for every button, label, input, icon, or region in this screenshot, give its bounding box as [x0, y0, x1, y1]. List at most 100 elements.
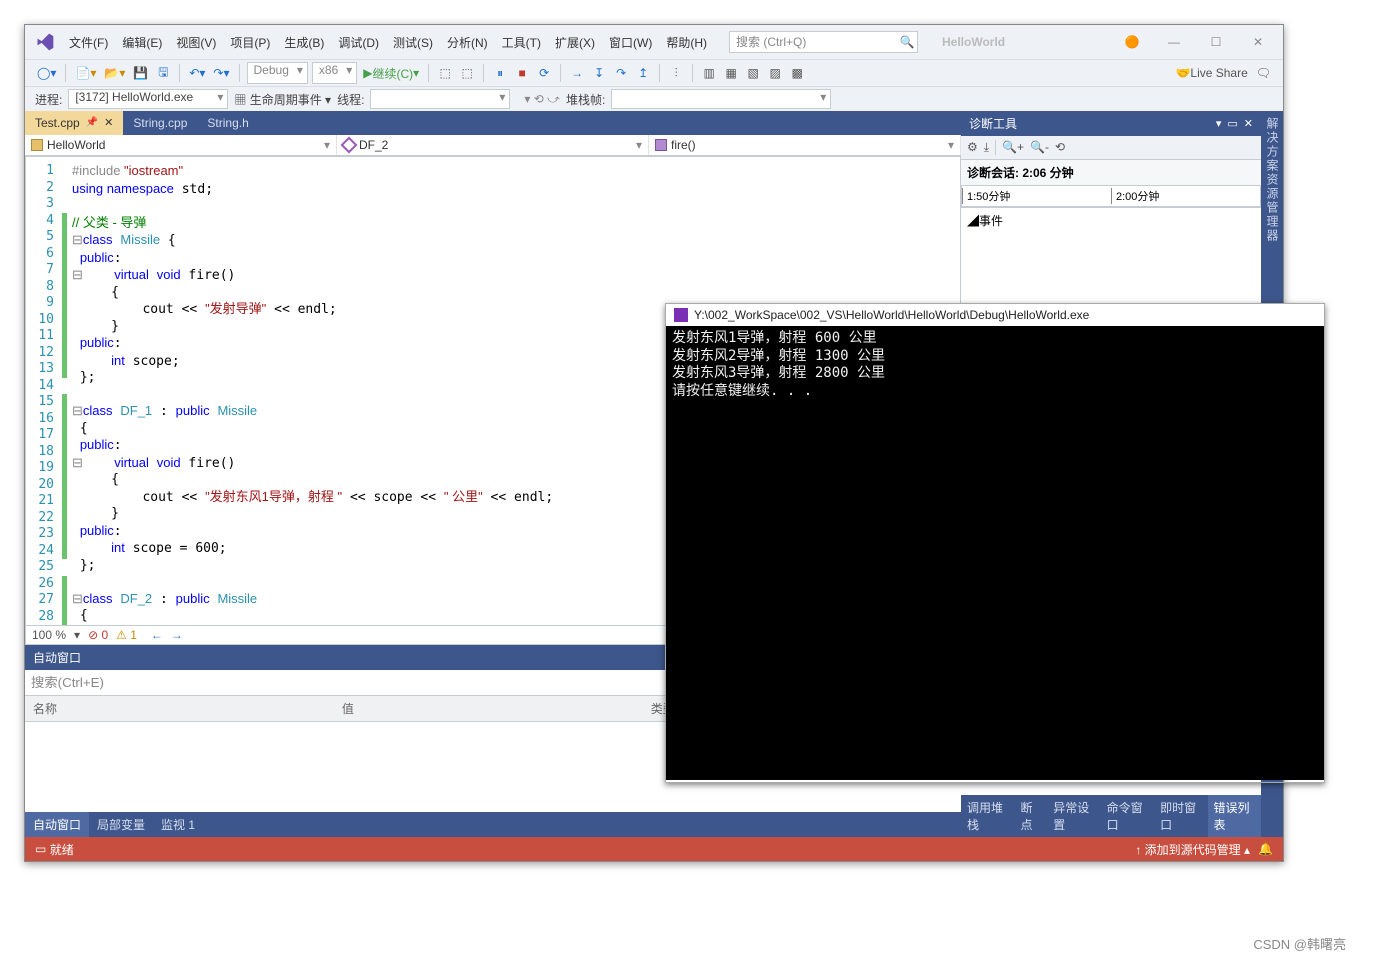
col-value[interactable]: 值: [334, 696, 643, 721]
analyze-menu[interactable]: 分析(N): [447, 34, 488, 51]
error-count[interactable]: ⊘ 0: [88, 628, 108, 642]
extra-button-1[interactable]: ⬚: [436, 62, 454, 84]
minimize-button[interactable]: —: [1159, 35, 1189, 49]
thread-dropdown[interactable]: [370, 89, 510, 109]
zoom-reset-icon[interactable]: ⟲: [1055, 140, 1065, 155]
diag-events-row[interactable]: ◢事件: [961, 207, 1261, 233]
lifecycle-label: ▦ 生命周期事件 ▾: [234, 91, 331, 108]
extra-button-2[interactable]: ⬚: [458, 62, 476, 84]
layout-button-5[interactable]: ▩: [788, 62, 806, 84]
console-titlebar[interactable]: Y:\002_WorkSpace\002_VS\HelloWorld\Hello…: [666, 304, 1324, 326]
zoom-level[interactable]: 100 %: [32, 628, 66, 642]
console-output[interactable]: 发射东风1导弹，射程 600 公里 发射东风2导弹，射程 1300 公里 发射东…: [666, 326, 1324, 780]
status-window-icon: ▭: [35, 842, 46, 856]
diag-session-label: 诊断会话: 2:06 分钟: [961, 160, 1261, 185]
nav-scope[interactable]: HelloWorld▾: [25, 135, 337, 155]
undo-button[interactable]: ↶▾: [187, 62, 207, 84]
panel-pin-icon[interactable]: ▭: [1227, 117, 1237, 130]
tab-string-cpp[interactable]: String.cpp: [123, 111, 197, 135]
tab-test-cpp[interactable]: Test.cpp📌✕: [25, 111, 123, 135]
settings-icon[interactable]: ⚙: [967, 140, 978, 155]
step-over-button[interactable]: ↷: [612, 62, 630, 84]
edit-menu[interactable]: 编辑(E): [122, 34, 162, 51]
process-dropdown[interactable]: [3172] HelloWorld.exe: [68, 89, 228, 109]
tools-menu[interactable]: 工具(T): [502, 34, 541, 51]
account-icon[interactable]: 🟠: [1117, 35, 1147, 49]
autos-search-input[interactable]: [25, 670, 761, 695]
test-menu[interactable]: 测试(S): [393, 34, 433, 51]
thread-label: 线程:: [337, 91, 364, 108]
col-name[interactable]: 名称: [25, 696, 334, 721]
platform-dropdown[interactable]: x86: [312, 62, 357, 84]
prev-issue-button[interactable]: ←: [151, 628, 163, 642]
tab-exceptions[interactable]: 异常设置: [1047, 795, 1100, 837]
quick-search[interactable]: 🔍: [729, 31, 918, 53]
search-icon[interactable]: 🔍: [897, 35, 917, 49]
layout-button-4[interactable]: ▨: [766, 62, 784, 84]
tab-watch1[interactable]: 监视 1: [153, 812, 203, 837]
extensions-menu[interactable]: 扩展(X): [555, 34, 595, 51]
save-button[interactable]: 💾: [131, 62, 150, 84]
continue-button[interactable]: ▶ 继续(C) ▾: [361, 62, 421, 84]
export-icon[interactable]: ⤓: [984, 140, 989, 155]
layout-button-1[interactable]: ▥: [700, 62, 718, 84]
panel-dropdown-icon[interactable]: ▾: [1216, 117, 1222, 130]
tab-autos[interactable]: 自动窗口: [25, 812, 89, 837]
step-into-button[interactable]: ↧: [590, 62, 608, 84]
notifications-icon[interactable]: 🔔: [1258, 842, 1273, 856]
console-window[interactable]: Y:\002_WorkSpace\002_VS\HelloWorld\Hello…: [665, 303, 1325, 783]
tab-string-h[interactable]: String.h: [197, 111, 258, 135]
watermark: CSDN @韩曙亮: [1253, 934, 1346, 953]
new-item-button[interactable]: 📄▾: [73, 62, 98, 84]
live-share-button[interactable]: 🤝 Live Share: [1173, 62, 1249, 84]
debug-menu[interactable]: 调试(D): [338, 34, 379, 51]
diag-toolbar: ⚙ ⤓ 🔍+ 🔍- ⟲: [961, 136, 1261, 160]
save-all-button[interactable]: 🖫: [154, 62, 172, 84]
method-icon: [655, 139, 667, 151]
close-button[interactable]: ✕: [1243, 35, 1273, 49]
restart-button[interactable]: ⟳: [535, 62, 553, 84]
diag-tools-header: 诊断工具 ▾▭✕: [961, 111, 1261, 136]
view-menu[interactable]: 视图(V): [176, 34, 216, 51]
project-menu[interactable]: 项目(P): [230, 34, 270, 51]
zoom-in-icon[interactable]: 🔍+: [1002, 140, 1024, 155]
config-dropdown[interactable]: Debug: [247, 62, 308, 84]
window-menu[interactable]: 窗口(W): [609, 34, 652, 51]
back-button[interactable]: ◯▾: [35, 62, 58, 84]
stack-label: 堆栈帧:: [566, 91, 605, 108]
warning-count[interactable]: ⚠ 1: [116, 628, 137, 642]
tab-errorlist[interactable]: 错误列表: [1208, 795, 1261, 837]
panel-close-icon[interactable]: ✕: [1244, 117, 1253, 130]
tab-locals[interactable]: 局部变量: [89, 812, 153, 837]
show-next-stmt-button[interactable]: →: [568, 62, 586, 84]
source-control-button[interactable]: ↑ 添加到源代码管理 ▴: [1135, 841, 1250, 858]
nav-member[interactable]: fire()▾: [649, 135, 961, 155]
redo-button[interactable]: ↷▾: [211, 62, 231, 84]
build-menu[interactable]: 生成(B): [284, 34, 324, 51]
stop-button[interactable]: ■: [513, 62, 531, 84]
quick-search-input[interactable]: [730, 35, 897, 49]
tab-callstack[interactable]: 调用堆栈: [961, 795, 1014, 837]
tab-command[interactable]: 命令窗口: [1101, 795, 1154, 837]
nav-class[interactable]: DF_2▾: [337, 135, 649, 155]
misc-button-1[interactable]: ⫶: [667, 62, 685, 84]
next-issue-button[interactable]: →: [171, 628, 183, 642]
editor-tabs: Test.cpp📌✕ String.cpp String.h: [25, 111, 961, 135]
step-out-button[interactable]: ↥: [634, 62, 652, 84]
layout-button-3[interactable]: ▧: [744, 62, 762, 84]
help-menu[interactable]: 帮助(H): [666, 34, 707, 51]
maximize-button[interactable]: ☐: [1201, 35, 1231, 49]
pin-icon[interactable]: 📌: [86, 111, 98, 135]
layout-button-2[interactable]: ▦: [722, 62, 740, 84]
tab-breakpoints[interactable]: 断点: [1014, 795, 1047, 837]
close-icon[interactable]: ✕: [104, 111, 113, 135]
feedback-icon[interactable]: 🗨: [1254, 62, 1273, 84]
diag-timeline[interactable]: 1:50分钟 2:00分钟: [961, 185, 1261, 207]
open-file-button[interactable]: 📂▾: [102, 62, 127, 84]
pause-button[interactable]: ⏸: [491, 62, 509, 84]
tab-immediate[interactable]: 即时窗口: [1154, 795, 1207, 837]
file-menu[interactable]: 文件(F): [69, 34, 108, 51]
stackframe-dropdown[interactable]: [611, 89, 831, 109]
zoom-out-icon[interactable]: 🔍-: [1030, 140, 1049, 155]
debug-location-toolbar: 进程: [3172] HelloWorld.exe ▦ 生命周期事件 ▾ 线程:…: [25, 86, 1283, 111]
